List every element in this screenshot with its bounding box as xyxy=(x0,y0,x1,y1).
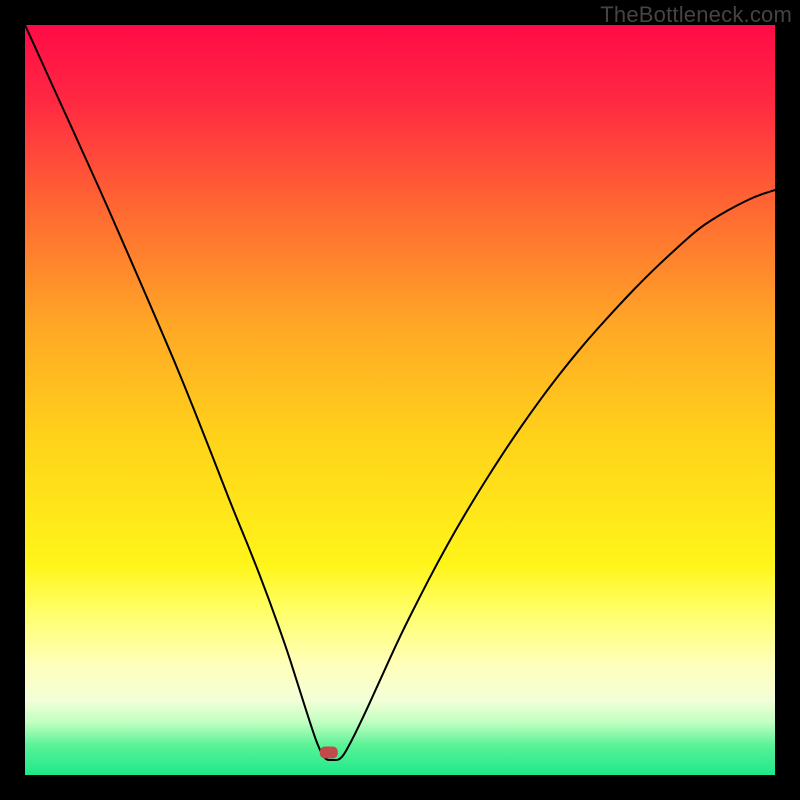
chart-background xyxy=(25,25,775,775)
chart-plot-area xyxy=(25,25,775,775)
chart-frame: TheBottleneck.com xyxy=(0,0,800,800)
chart-svg xyxy=(25,25,775,775)
optimal-point-marker xyxy=(320,747,338,759)
